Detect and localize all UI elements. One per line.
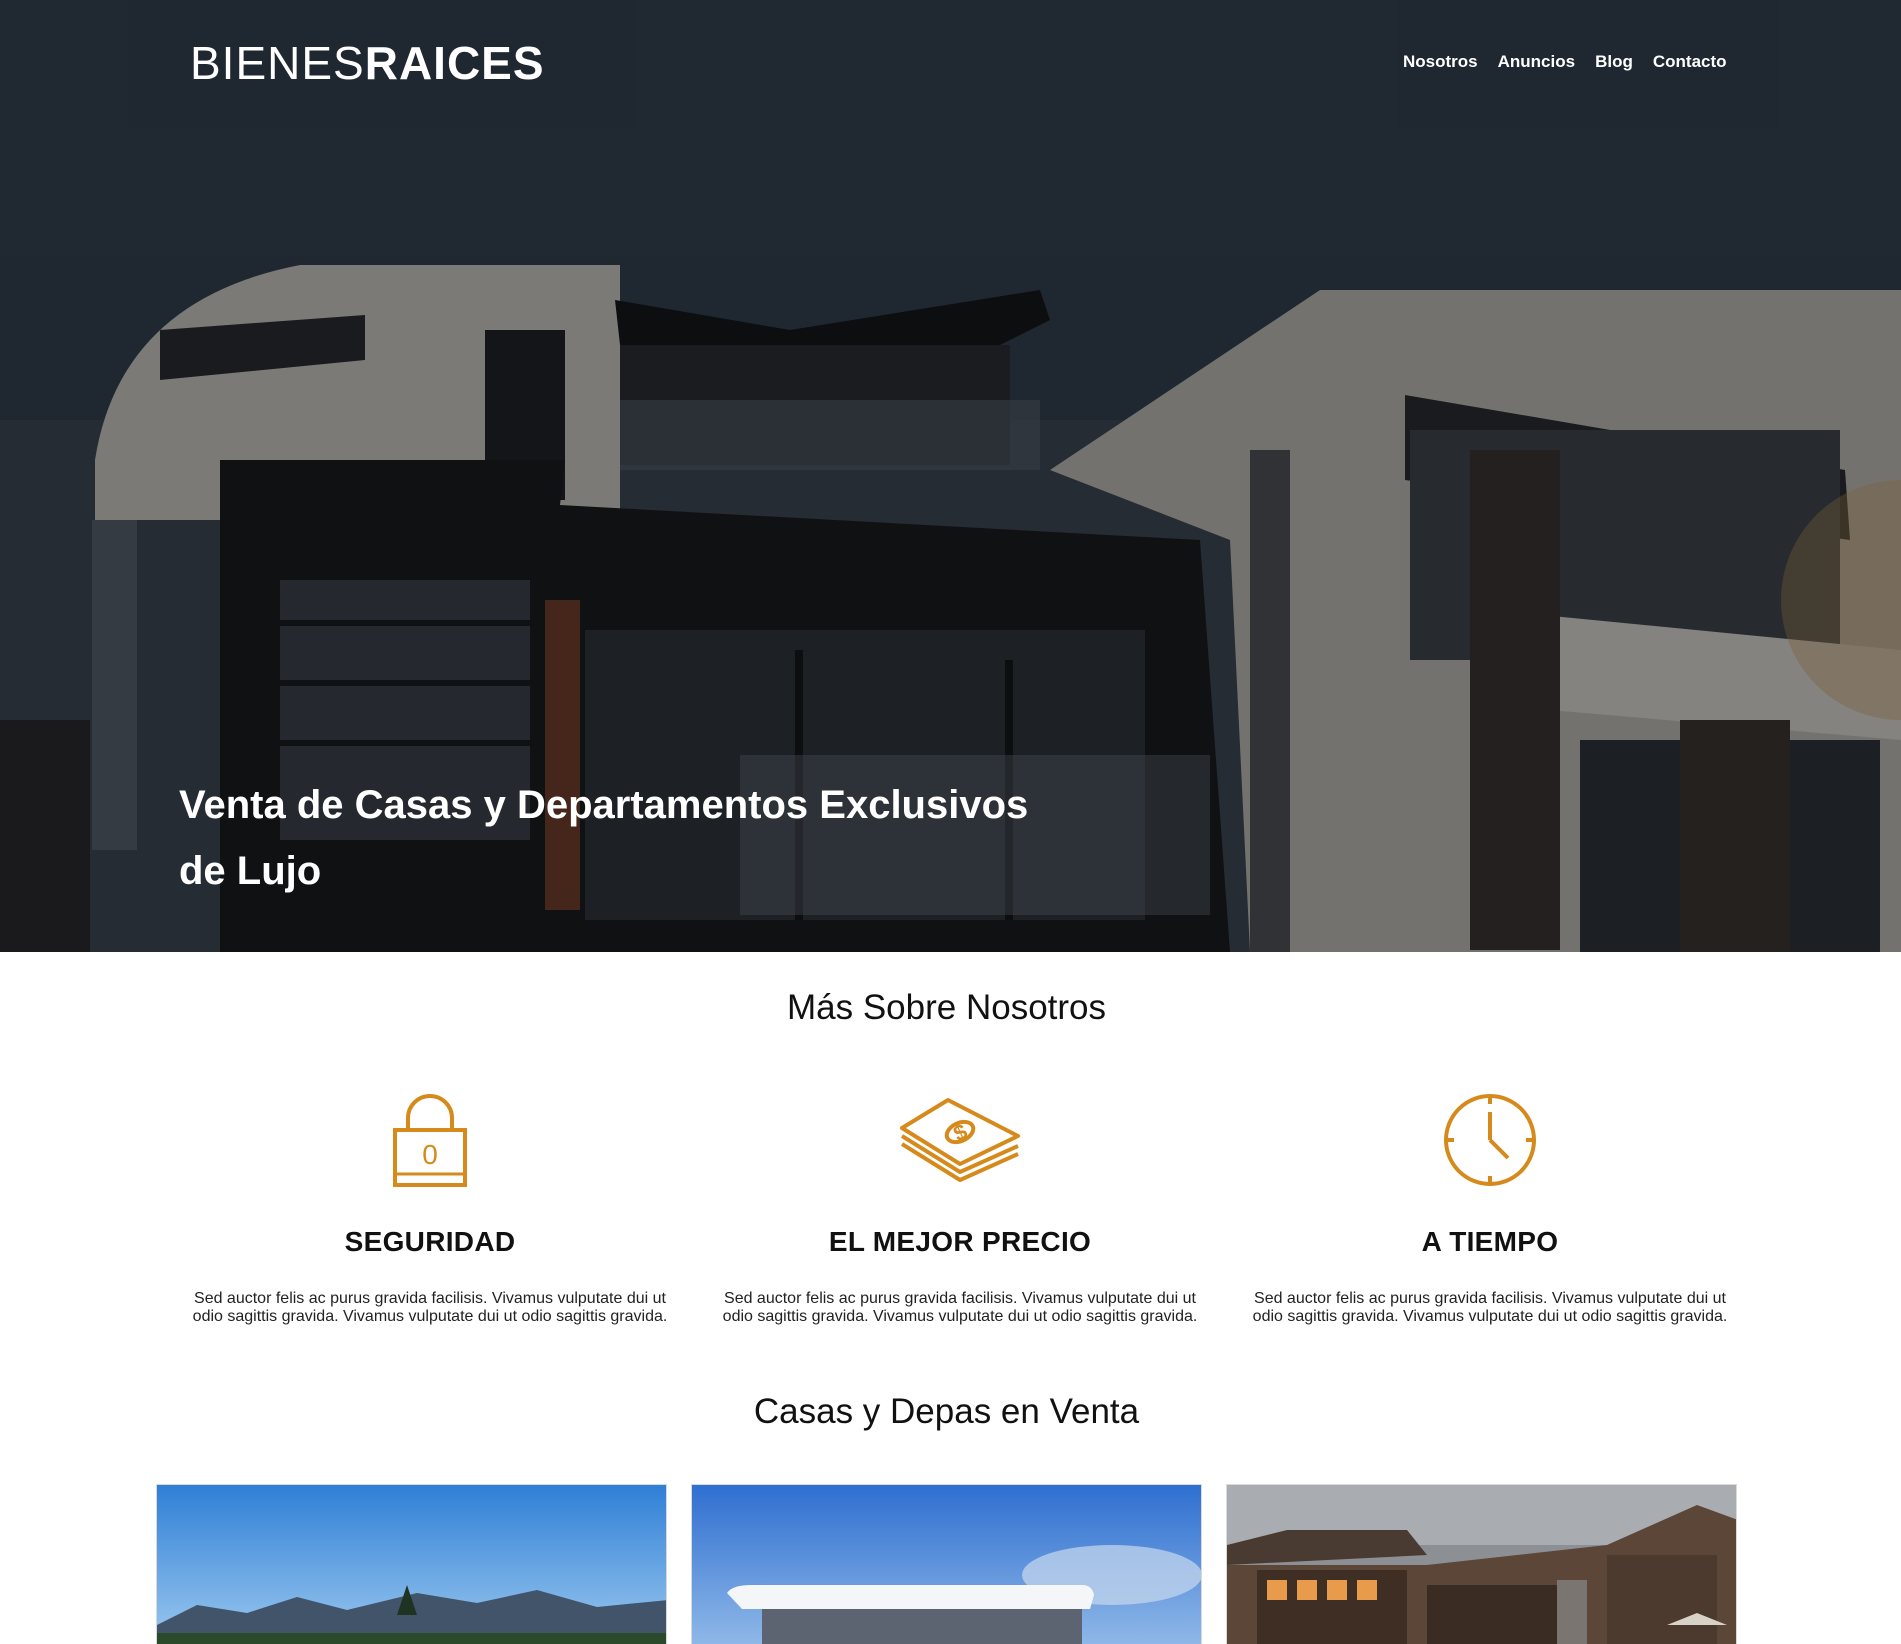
lock-icon: 0 bbox=[190, 1090, 670, 1190]
feature-text: Sed auctor felis ac purus gravida facili… bbox=[1252, 1290, 1728, 1325]
nav-link-anuncios[interactable]: Anuncios bbox=[1498, 52, 1575, 72]
listing-image bbox=[157, 1485, 666, 1644]
feature-title: A TIEMPO bbox=[1421, 1226, 1559, 1257]
feature-card: A TIEMPO Sed auctor felis ac purus gravi… bbox=[1250, 1090, 1730, 1326]
listing-card[interactable] bbox=[1226, 1484, 1737, 1644]
feature-card: 0 SEGURIDAD Sed auctor felis ac purus gr… bbox=[190, 1090, 670, 1326]
nav-link-contacto[interactable]: Contacto bbox=[1653, 52, 1727, 72]
logo-light-text: BIENES bbox=[190, 37, 365, 89]
feature-title: SEGURIDAD bbox=[344, 1226, 516, 1257]
main-navigation: Nosotros Anuncios Blog Contacto bbox=[1403, 52, 1727, 72]
listing-image bbox=[1227, 1485, 1736, 1644]
feature-card: $ EL MEJOR PRECIO Sed auctor felis ac pu… bbox=[720, 1090, 1200, 1326]
site-logo[interactable]: BIENESRAICES bbox=[190, 36, 545, 90]
feature-title: EL MEJOR PRECIO bbox=[828, 1226, 1092, 1257]
feature-text: Sed auctor felis ac purus gravida facili… bbox=[192, 1290, 668, 1325]
money-icon: $ bbox=[720, 1090, 1200, 1190]
features-list: 0 SEGURIDAD Sed auctor felis ac purus gr… bbox=[190, 1090, 1730, 1326]
listing-card[interactable] bbox=[691, 1484, 1202, 1644]
hero-section: BIENESRAICES Nosotros Anuncios Blog Cont… bbox=[0, 0, 1901, 952]
hero-title: Venta de Casas y Departamentos Exclusivo… bbox=[179, 783, 1029, 893]
feature-text: Sed auctor felis ac purus gravida facili… bbox=[722, 1290, 1198, 1325]
logo-bold-text: RAICES bbox=[364, 37, 545, 89]
about-section-title: Más Sobre Nosotros bbox=[786, 988, 1107, 1027]
listing-card[interactable] bbox=[156, 1484, 667, 1644]
listings-section-title: Casas y Depas en Venta bbox=[753, 1392, 1140, 1431]
svg-text:0: 0 bbox=[422, 1139, 438, 1170]
clock-icon bbox=[1250, 1090, 1730, 1190]
nav-link-blog[interactable]: Blog bbox=[1595, 52, 1633, 72]
nav-link-nosotros[interactable]: Nosotros bbox=[1403, 52, 1478, 72]
listings-grid bbox=[156, 1484, 1737, 1644]
listing-image bbox=[692, 1485, 1201, 1644]
